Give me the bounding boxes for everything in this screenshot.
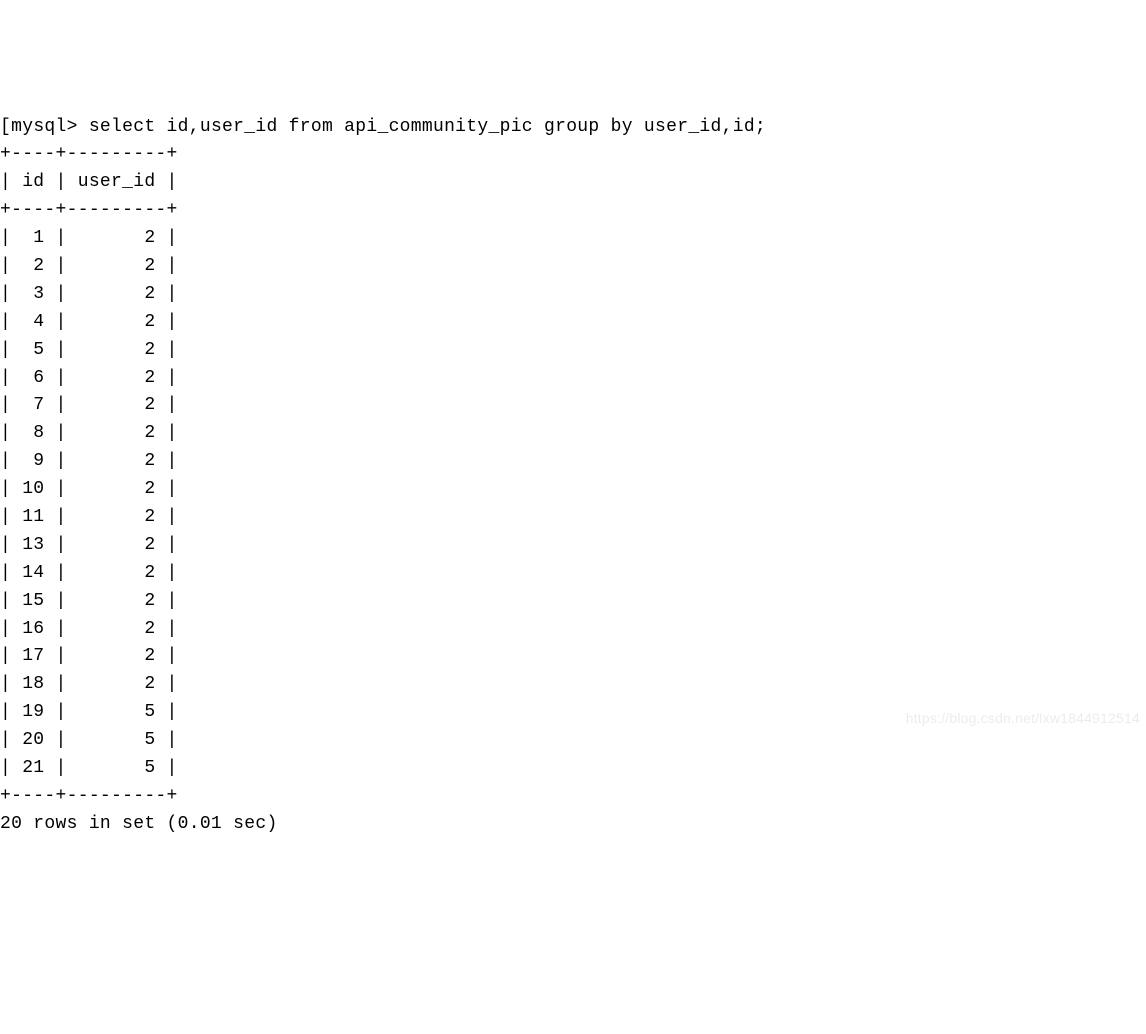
table-border-top: +----+---------+	[0, 144, 178, 164]
table-row: | 3 | 2 |	[0, 284, 178, 304]
table-row: | 10 | 2 |	[0, 479, 178, 499]
table-row: | 5 | 2 |	[0, 340, 178, 360]
table-row: | 18 | 2 |	[0, 674, 178, 694]
table-row: | 1 | 2 |	[0, 228, 178, 248]
table-header: | id | user_id |	[0, 172, 178, 192]
sql-query: select id,user_id from api_community_pic…	[89, 117, 766, 137]
table-row: | 9 | 2 |	[0, 451, 178, 471]
table-border-mid: +----+---------+	[0, 200, 178, 220]
table-row: | 2 | 2 |	[0, 256, 178, 276]
table-row: | 19 | 5 |	[0, 702, 178, 722]
table-row: | 8 | 2 |	[0, 423, 178, 443]
table-row: | 7 | 2 |	[0, 395, 178, 415]
table-row: | 21 | 5 |	[0, 758, 178, 778]
table-row: | 17 | 2 |	[0, 646, 178, 666]
table-row: | 14 | 2 |	[0, 563, 178, 583]
table-row: | 13 | 2 |	[0, 535, 178, 555]
watermark-text: https://blog.csdn.net/lxw1844912514	[906, 708, 1140, 730]
table-row: | 16 | 2 |	[0, 619, 178, 639]
table-border-bottom: +----+---------+	[0, 786, 178, 806]
result-summary: 20 rows in set (0.01 sec)	[0, 814, 278, 834]
mysql-prompt: mysql>	[11, 117, 89, 137]
prompt-bracket: [	[0, 117, 11, 137]
table-row: | 11 | 2 |	[0, 507, 178, 527]
table-row: | 20 | 5 |	[0, 730, 178, 750]
table-row: | 15 | 2 |	[0, 591, 178, 611]
table-row: | 4 | 2 |	[0, 312, 178, 332]
table-row: | 6 | 2 |	[0, 368, 178, 388]
